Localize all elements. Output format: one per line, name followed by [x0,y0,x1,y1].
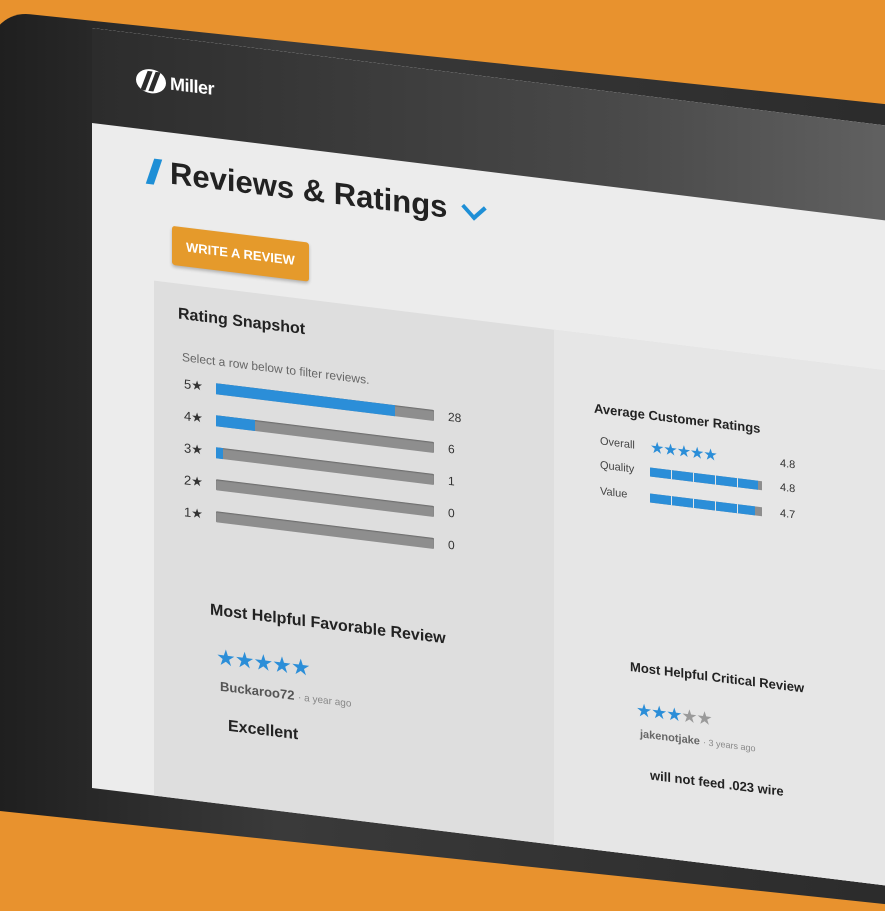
miller-logo-icon [136,67,166,96]
rating-bar-track [216,446,434,485]
rating-bar-fill [216,446,223,459]
rating-row-count: 1 [448,473,455,489]
title-slash-icon [145,158,163,185]
rating-row-count: 6 [448,441,455,457]
miller-logo[interactable]: Miller [136,67,214,101]
rating-row-count: 0 [448,505,455,521]
write-review-button[interactable]: WRITE A REVIEW [172,225,309,282]
chevron-down-icon[interactable] [461,195,488,221]
favorable-headline: Excellent [228,717,299,744]
rating-row-label: 3★ [184,440,203,458]
rating-row-label: 1★ [184,504,203,522]
rating-bar-track [216,414,434,453]
brand-name: Miller [170,73,215,99]
rating-row-count: 28 [448,409,462,426]
critical-stars-filled: ★★★ [636,699,682,726]
rating-bar-fill [216,414,256,431]
quality-value: 4.8 [780,481,796,496]
rating-bar-fill [216,382,395,416]
favorable-username[interactable]: Buckaroo72 [220,679,294,703]
favorable-reviewer: Buckaroo72 · a year ago [220,679,351,710]
overall-value: 4.8 [780,457,796,472]
critical-stars-empty: ★★ [681,705,712,730]
rating-row-count: 0 [448,537,455,553]
rating-snapshot-title: Rating Snapshot [178,305,306,339]
page-title: Reviews & Ratings [170,155,448,225]
favorable-stars-icon: ★★★★★ [216,644,310,681]
ratings-panel: Rating Snapshot Select a row below to fi… [154,280,885,899]
rating-row-label: 5★ [184,376,203,394]
favorable-ago: · a year ago [298,692,352,710]
value-value: 4.7 [780,507,796,522]
rating-row-label: 2★ [184,472,203,490]
rating-bar-track [216,382,434,421]
favorable-review-title: Most Helpful Favorable Review [210,601,446,648]
site-header: Miller [92,28,885,234]
rating-bar-track [216,478,434,517]
rating-row-label: 4★ [184,408,203,426]
overall-label: Overall [600,435,635,452]
screen: Miller Reviews & Ratings WRITE A REVIEW … [92,28,885,899]
rating-bar-track [216,510,434,549]
